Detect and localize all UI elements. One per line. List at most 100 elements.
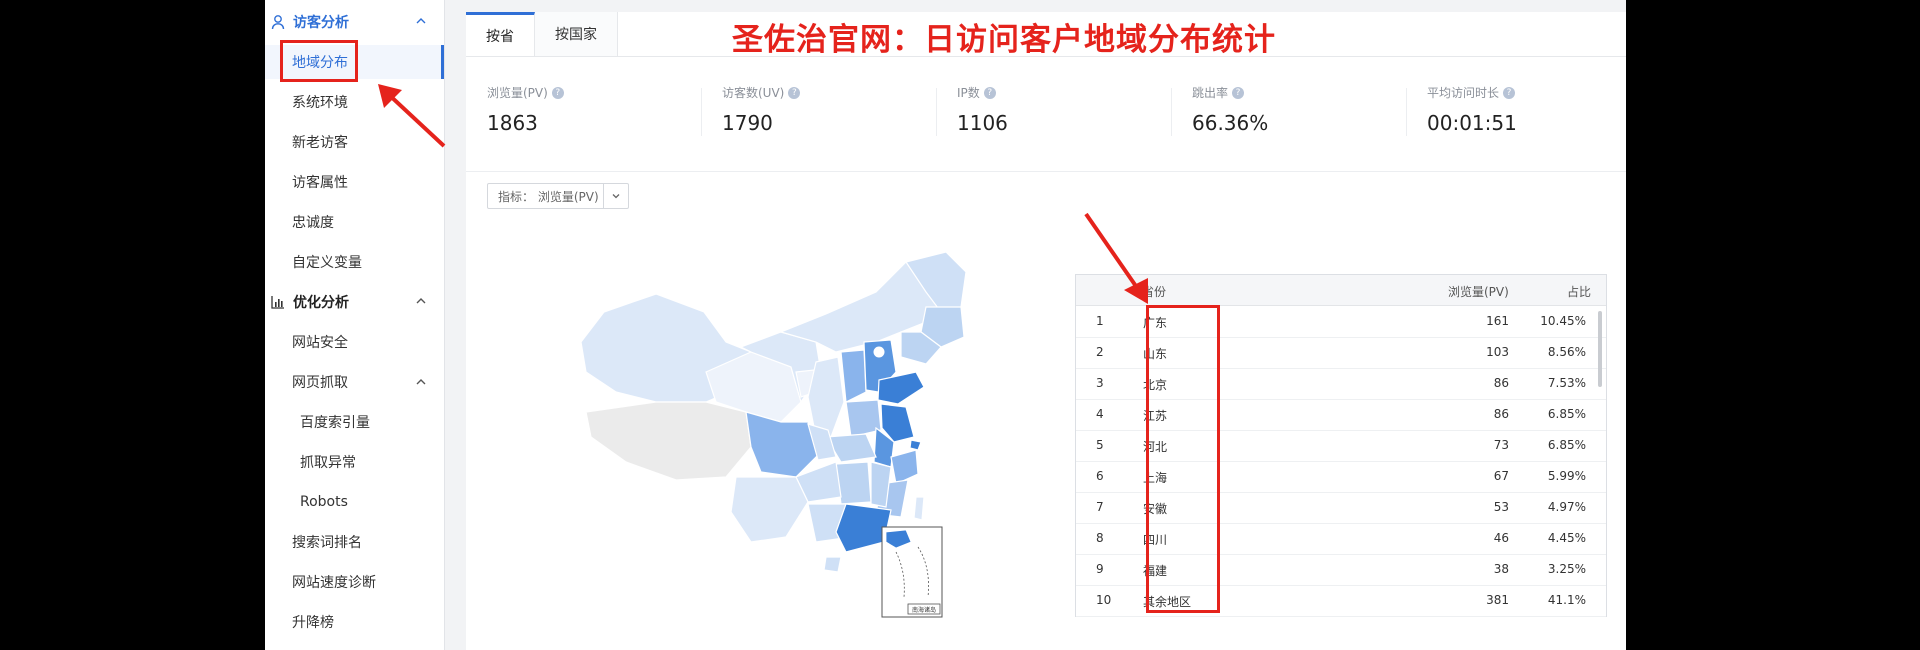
inset-label: 南海诸岛 <box>912 606 936 614</box>
sidebar-item-label: Robots <box>300 494 348 510</box>
row-rank: 3 <box>1096 376 1104 390</box>
user-icon <box>271 15 285 30</box>
chevron-up-icon <box>416 18 426 24</box>
tab-by-province[interactable]: 按省 <box>466 12 535 56</box>
tab-label: 按国家 <box>555 27 597 43</box>
metric-label: 访客数(UV) <box>722 86 785 100</box>
sidebar-item-label: 系统环境 <box>292 95 348 111</box>
china-map[interactable]: 南海诸岛 <box>546 252 966 642</box>
sidebar-item-new-old-visitors[interactable]: 新老访客 <box>265 125 444 159</box>
row-share: 41.1% <box>1547 593 1586 607</box>
metric-ip: IP数? 1106 <box>957 84 1008 144</box>
main-panel: 按省 按国家 圣佐治官网：日访问客户地域分布统计 浏览量(PV)? 1863 访… <box>466 12 1626 650</box>
metric-selector[interactable]: 指标： 浏览量(PV) <box>487 183 629 209</box>
map-region-yunnan <box>730 476 809 543</box>
header-share[interactable]: 占比 <box>1567 283 1591 300</box>
table-scrollbar[interactable] <box>1598 311 1602 387</box>
tab-by-country[interactable]: 按国家 <box>535 12 618 56</box>
row-share: 10.45% <box>1540 314 1586 328</box>
row-pv: 86 <box>1493 376 1509 390</box>
metric-bounce-rate: 跳出率? 66.36% <box>1192 84 1268 144</box>
sidebar-item-label: 新老访客 <box>292 135 348 151</box>
help-icon[interactable]: ? <box>1503 86 1516 99</box>
help-icon[interactable]: ? <box>1232 86 1245 99</box>
row-share: 7.53% <box>1547 376 1586 390</box>
sidebar-item-site-security[interactable]: 网站安全 <box>265 325 444 359</box>
metric-value: 1790 <box>722 111 773 135</box>
table-header: 省份 浏览量(PV) 占比 <box>1076 275 1606 306</box>
metric-label: 跳出率 <box>1192 86 1229 100</box>
sidebar-item-speed-diagnosis[interactable]: 网站速度诊断 <box>265 565 444 599</box>
help-icon[interactable]: ? <box>983 86 996 99</box>
sidebar-item-label: 自定义变量 <box>292 255 362 271</box>
overlay-headline: 圣佐治官网：日访问客户地域分布统计 <box>732 22 1276 58</box>
row-share: 8.56% <box>1547 345 1586 359</box>
app-frame: 访客分析 地域分布 系统环境 新老访客 访客属性 忠诚度 自定义变量 优化分析 … <box>265 0 1626 650</box>
sidebar-item-label: 网站速度诊断 <box>292 575 376 591</box>
map-region-shanghai <box>909 439 922 451</box>
row-share: 4.97% <box>1547 500 1586 514</box>
row-share: 5.99% <box>1547 469 1586 483</box>
row-rank: 4 <box>1096 407 1104 421</box>
row-pv: 53 <box>1493 500 1509 514</box>
row-rank: 1 <box>1096 314 1104 328</box>
row-share: 6.85% <box>1547 438 1586 452</box>
sidebar: 访客分析 地域分布 系统环境 新老访客 访客属性 忠诚度 自定义变量 优化分析 … <box>265 0 445 650</box>
metric-label: IP数 <box>957 86 980 100</box>
help-icon[interactable]: ? <box>788 86 801 99</box>
south-china-sea-inset: 南海诸岛 <box>881 526 943 618</box>
sidebar-item-crawl-errors[interactable]: 抓取异常 <box>265 445 444 479</box>
metrics-divider <box>466 171 1626 172</box>
sidebar-item-label: 升降榜 <box>292 615 334 631</box>
sidebar-item-visitor-attributes[interactable]: 访客属性 <box>265 165 444 199</box>
tab-label: 按省 <box>486 28 514 45</box>
row-rank: 10 <box>1096 593 1112 607</box>
row-rank: 7 <box>1096 500 1104 514</box>
chevron-up-icon <box>416 298 426 304</box>
row-rank: 8 <box>1096 531 1104 545</box>
sidebar-group-visitor-analysis[interactable]: 访客分析 <box>265 6 444 38</box>
chevron-up-icon <box>416 379 426 385</box>
row-rank: 5 <box>1096 438 1104 452</box>
metric-avg-duration: 平均访问时长? 00:01:51 <box>1427 84 1517 144</box>
row-rank: 9 <box>1096 562 1104 576</box>
map-region-sichuan <box>745 411 822 478</box>
sidebar-item-baidu-index[interactable]: 百度索引量 <box>265 405 444 439</box>
sidebar-item-keyword-ranking[interactable]: 搜索词排名 <box>265 525 444 559</box>
row-share: 6.85% <box>1547 407 1586 421</box>
sidebar-item-robots[interactable]: Robots <box>265 485 444 519</box>
sidebar-item-custom-variables[interactable]: 自定义变量 <box>265 245 444 279</box>
row-pv: 103 <box>1486 345 1509 359</box>
sidebar-item-rank-changes[interactable]: 升降榜 <box>265 605 444 639</box>
map-region-hainan <box>823 556 842 573</box>
sidebar-item-label: 网站安全 <box>292 335 348 351</box>
row-rank: 2 <box>1096 345 1104 359</box>
sidebar-item-label: 访客属性 <box>292 175 348 191</box>
annotation-box-sidebar <box>280 40 358 82</box>
sidebar-group-optimization[interactable]: 优化分析 <box>265 286 444 318</box>
metric-value: 1863 <box>487 111 538 135</box>
sidebar-item-loyalty[interactable]: 忠诚度 <box>265 205 444 239</box>
map-region-tibet <box>585 401 752 481</box>
metric-label: 浏览量(PV) <box>487 86 548 100</box>
sidebar-item-label: 抓取异常 <box>300 455 356 471</box>
header-pv[interactable]: 浏览量(PV) <box>1448 283 1509 300</box>
row-pv: 381 <box>1486 593 1509 607</box>
sidebar-group-label: 优化分析 <box>293 295 349 311</box>
header-province[interactable]: 省份 <box>1142 283 1166 300</box>
map-region-zhejiang <box>890 449 919 485</box>
sidebar-item-label: 忠诚度 <box>292 215 334 231</box>
bar-chart-icon <box>271 296 284 309</box>
row-pv: 86 <box>1493 407 1509 421</box>
annotation-box-provinces <box>1146 305 1220 613</box>
sidebar-item-system-env[interactable]: 系统环境 <box>265 85 444 119</box>
sidebar-item-label: 网页抓取 <box>292 375 348 391</box>
chevron-down-icon[interactable] <box>603 184 628 208</box>
metric-divider <box>1171 88 1172 136</box>
metric-divider <box>936 88 937 136</box>
map-region-hunan <box>835 461 872 505</box>
metric-divider <box>701 88 702 136</box>
help-icon[interactable]: ? <box>551 86 564 99</box>
row-rank: 6 <box>1096 469 1104 483</box>
sidebar-item-crawl[interactable]: 网页抓取 <box>265 365 444 399</box>
